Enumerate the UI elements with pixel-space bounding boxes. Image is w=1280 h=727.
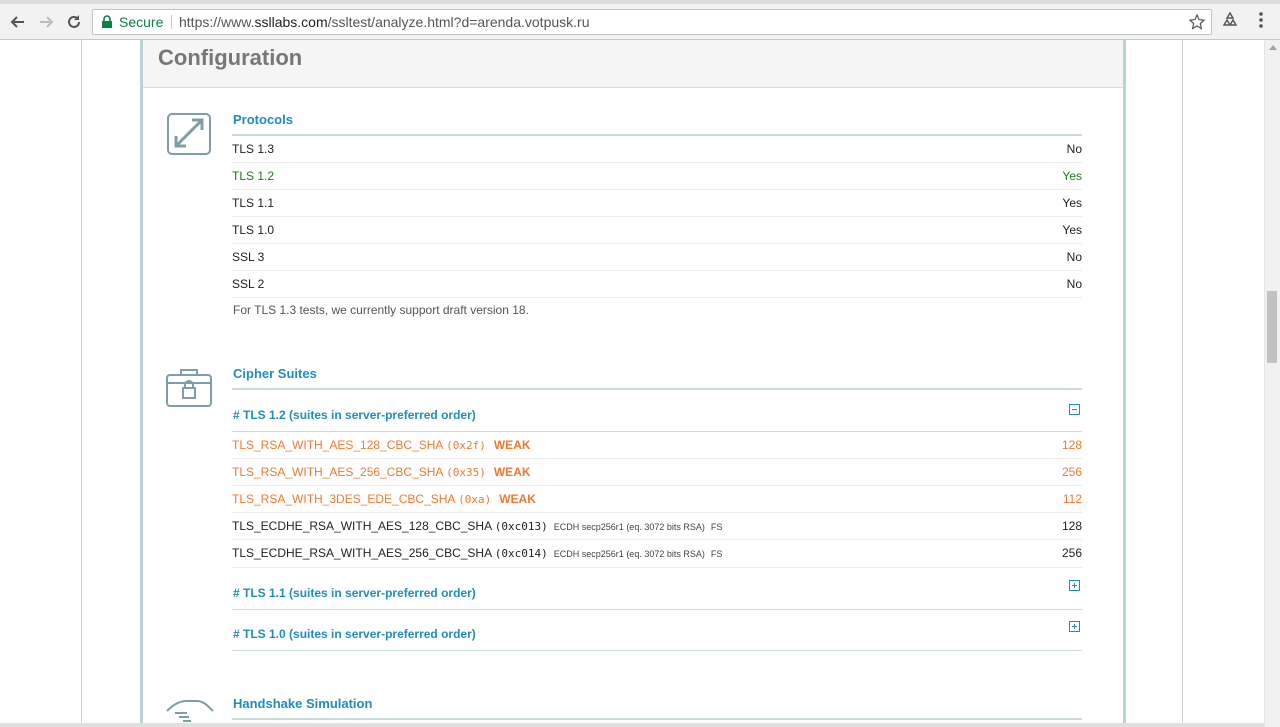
cipher-name-cell: TLS_ECDHE_RSA_WITH_AES_256_CBC_SHA (0xc0… — [232, 546, 722, 560]
url-prefix: https://www. — [179, 14, 255, 30]
forward-icon[interactable] — [34, 10, 58, 34]
browser-toolbar: Secure https://www.ssllabs.com/ssltest/a… — [0, 4, 1280, 40]
panel-header: Configuration — [143, 40, 1123, 88]
menu-kebab-icon[interactable] — [1253, 10, 1269, 30]
weak-badge: WEAK — [493, 465, 531, 479]
address-bar[interactable]: Secure https://www.ssllabs.com/ssltest/a… — [92, 9, 1212, 35]
protocol-value: Yes — [1062, 223, 1082, 237]
protocol-row: SSL 2 No — [232, 271, 1082, 298]
vertical-scrollbar[interactable] — [1264, 40, 1280, 727]
scroll-up-arrow-icon[interactable] — [1269, 45, 1277, 50]
cipher-suites-title: Cipher Suites — [233, 366, 317, 381]
panel-title: Configuration — [158, 45, 303, 70]
protocol-name: TLS 1.2 — [232, 169, 275, 183]
cipher-row: TLS_RSA_WITH_AES_256_CBC_SHA (0x35) WEAK 2… — [232, 459, 1082, 486]
cipher-code: (0xc013) — [494, 520, 548, 533]
cipher-row: TLS_RSA_WITH_3DES_EDE_CBC_SHA (0xa) WEAK 1… — [232, 486, 1082, 513]
tls11-group-label[interactable]: # TLS 1.1 (suites in server-preferred or… — [233, 586, 476, 600]
protocols-note: For TLS 1.3 tests, we currently support … — [233, 303, 529, 317]
cipher-name: TLS_ECDHE_RSA_WITH_AES_128_CBC_SHA — [232, 519, 492, 533]
back-icon[interactable] — [6, 10, 30, 34]
cipher-row: TLS_ECDHE_RSA_WITH_AES_128_CBC_SHA (0xc0… — [232, 513, 1082, 540]
protocol-name: SSL 2 — [232, 277, 265, 291]
cipher-bits: 128 — [1061, 438, 1082, 452]
protocol-value: Yes — [1062, 169, 1082, 183]
protocol-value: No — [1066, 277, 1082, 291]
collapse-icon[interactable] — [1069, 404, 1080, 415]
expand-icon[interactable] — [1069, 621, 1080, 632]
protocol-value: Yes — [1062, 196, 1082, 210]
cipher-code: (0xc014) — [494, 547, 548, 560]
handshake-simulation-title: Handshake Simulation — [233, 696, 373, 711]
protocol-row: SSL 3 No — [232, 244, 1082, 271]
tls12-group-header[interactable]: # TLS 1.2 (suites in server-preferred or… — [232, 398, 1082, 432]
expand-icon[interactable] — [1069, 580, 1080, 591]
protocol-row: TLS 1.2 Yes — [232, 163, 1082, 190]
protocol-name: TLS 1.1 — [232, 196, 275, 210]
protocol-name: TLS 1.0 — [232, 223, 275, 237]
handshake-rule — [232, 718, 1082, 720]
cipher-kex: ECDH secp256r1 (eq. 3072 bits RSA) — [553, 549, 705, 559]
cipher-name: TLS_ECDHE_RSA_WITH_AES_256_CBC_SHA — [232, 546, 492, 560]
cipher-name-cell: TLS_RSA_WITH_AES_128_CBC_SHA (0x2f) WEAK — [232, 438, 531, 452]
cipher-name: TLS_RSA_WITH_AES_128_CBC_SHA — [232, 438, 443, 452]
cipher-code: (0x35) — [446, 466, 486, 479]
cipher-bits: 256 — [1061, 465, 1082, 479]
cipher-row: TLS_RSA_WITH_AES_128_CBC_SHA (0x2f) WEAK 1… — [232, 432, 1082, 459]
forward-secrecy-label: FS — [710, 549, 723, 559]
url-path: /ssltest/analyze.html?d=arenda.votpusk.r… — [327, 14, 590, 30]
protocol-value: No — [1066, 250, 1082, 264]
cipher-bits: 256 — [1061, 546, 1082, 560]
protocol-name: TLS 1.3 — [232, 142, 275, 156]
url-divider — [171, 15, 172, 29]
bookmark-star-icon[interactable] — [1189, 14, 1205, 30]
page-content: Configuration Protocols TLS 1.3 No TLS 1.… — [0, 40, 1264, 727]
secure-label: Secure — [119, 14, 164, 30]
cipher-name-cell: TLS_ECDHE_RSA_WITH_AES_128_CBC_SHA (0xc0… — [232, 519, 722, 533]
scroll-thumb[interactable] — [1267, 291, 1277, 363]
forward-secrecy-label: FS — [710, 522, 723, 532]
cipher-bits: 128 — [1061, 519, 1082, 533]
locked-briefcase-icon — [166, 369, 212, 407]
protocol-row: TLS 1.3 No — [232, 136, 1082, 163]
recycle-extension-icon[interactable] — [1220, 10, 1240, 30]
cipher-code: (0x2f) — [446, 439, 486, 452]
protocol-name: SSL 3 — [232, 250, 265, 264]
window-bottom-edge — [0, 723, 1264, 727]
cipher-code: (0xa) — [458, 493, 492, 506]
protocol-row: TLS 1.0 Yes — [232, 217, 1082, 244]
url-text: https://www.ssllabs.com/ssltest/analyze.… — [179, 10, 589, 34]
tls11-group-header[interactable]: # TLS 1.1 (suites in server-preferred or… — [232, 576, 1082, 610]
tls10-group-header[interactable]: # TLS 1.0 (suites in server-preferred or… — [232, 617, 1082, 651]
cipher-name: TLS_RSA_WITH_3DES_EDE_CBC_SHA — [232, 492, 455, 506]
cipher-suites-rule — [232, 388, 1082, 390]
cipher-name-cell: TLS_RSA_WITH_3DES_EDE_CBC_SHA (0xa) WEAK — [232, 492, 536, 506]
lock-icon — [102, 15, 112, 28]
expand-arrows-icon — [167, 113, 211, 155]
cipher-name: TLS_RSA_WITH_AES_256_CBC_SHA — [232, 465, 443, 479]
protocol-value: No — [1066, 142, 1082, 156]
cipher-row: TLS_ECDHE_RSA_WITH_AES_256_CBC_SHA (0xc0… — [232, 540, 1082, 568]
weak-badge: WEAK — [499, 492, 536, 506]
protocols-title: Protocols — [233, 112, 293, 127]
weak-badge: WEAK — [493, 438, 531, 452]
tls10-group-label[interactable]: # TLS 1.0 (suites in server-preferred or… — [233, 627, 476, 641]
url-host: ssllabs.com — [254, 14, 328, 30]
cipher-kex: ECDH secp256r1 (eq. 3072 bits RSA) — [553, 522, 705, 532]
cipher-bits: 112 — [1062, 492, 1082, 506]
reload-icon[interactable] — [62, 10, 86, 34]
protocol-row: TLS 1.1 Yes — [232, 190, 1082, 217]
cipher-name-cell: TLS_RSA_WITH_AES_256_CBC_SHA (0x35) WEAK — [232, 465, 531, 479]
tls12-group-label[interactable]: # TLS 1.2 (suites in server-preferred or… — [233, 408, 476, 422]
